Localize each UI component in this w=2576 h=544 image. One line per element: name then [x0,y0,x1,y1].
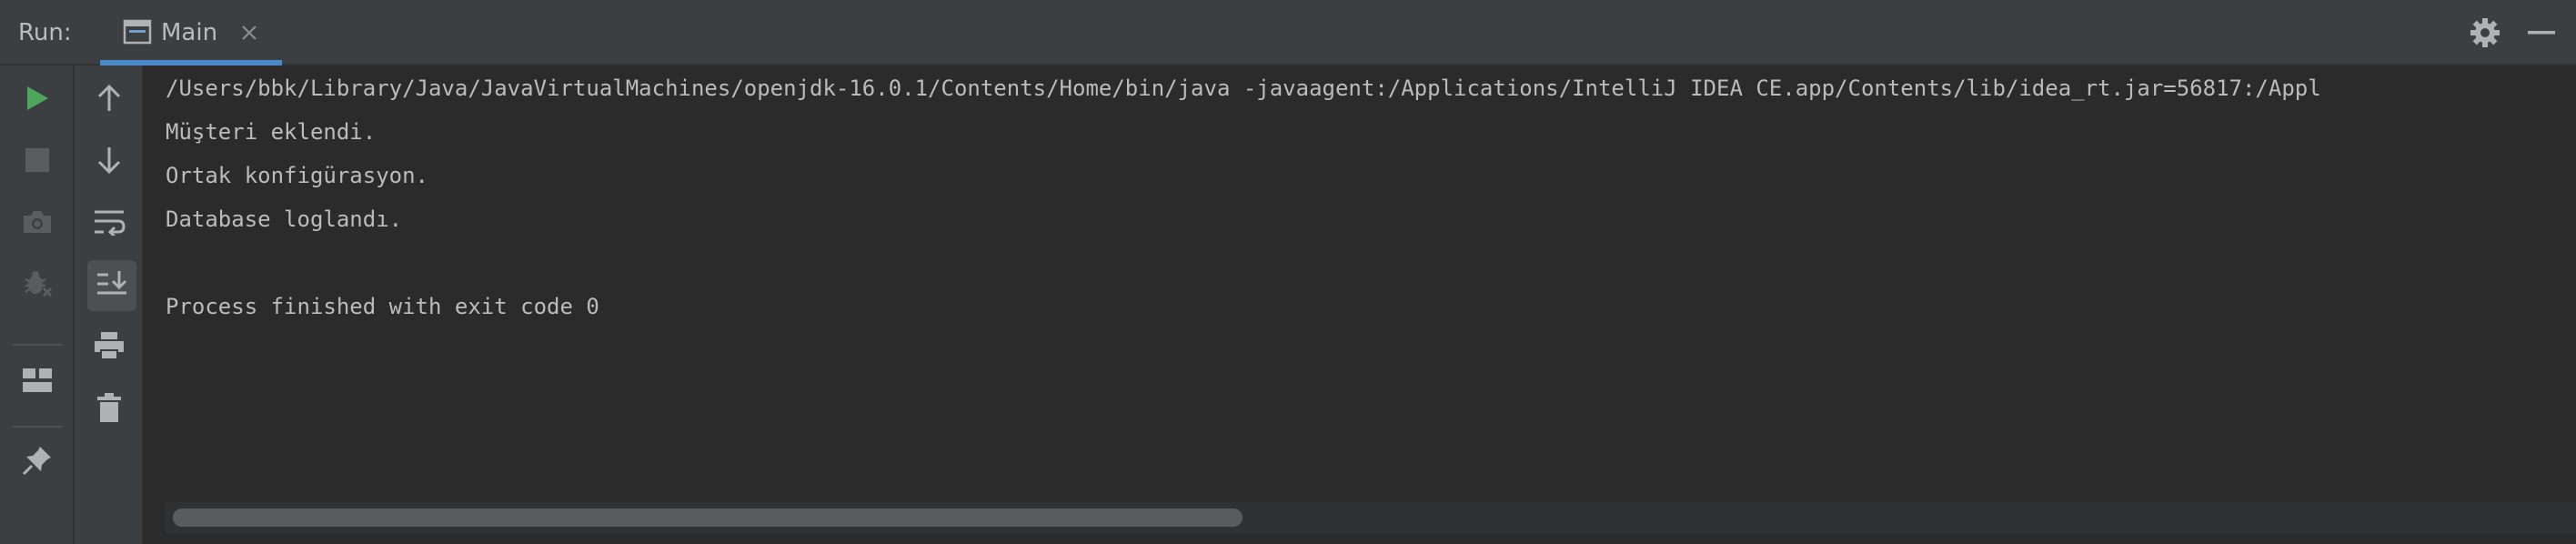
console-line: Database loglandı. [166,207,403,232]
toolbar-separator [13,426,62,428]
trash-icon [96,392,122,427]
run-label: Run: [18,19,72,46]
console-line: /Users/bbk/Library/Java/JavaVirtualMachi… [166,76,2321,101]
toolbar-separator [13,344,62,346]
run-controls-toolbar [0,65,75,544]
console-line: Müşteri eklendi. [166,119,377,145]
pin-icon [21,444,54,480]
camera-icon [21,208,54,239]
arrow-up-icon [96,84,122,116]
horizontal-scrollbar[interactable] [166,502,2576,533]
debug-button[interactable] [15,264,59,307]
soft-wrap-icon [93,208,126,239]
layout-button[interactable] [15,360,59,404]
close-icon[interactable] [236,20,262,45]
layout-icon [22,368,53,397]
stop-button[interactable] [15,140,59,184]
scroll-to-end-icon [96,269,128,302]
print-icon [93,330,126,365]
console-output[interactable]: /Users/bbk/Library/Java/JavaVirtualMachi… [144,65,2576,544]
snapshot-button[interactable] [15,202,59,246]
soft-wrap-button[interactable] [87,202,131,246]
rerun-button[interactable] [15,78,59,122]
arrow-down-icon [96,146,122,178]
tab-main[interactable]: Main [100,0,282,65]
previous-occurrence-button[interactable] [87,78,131,122]
tab-main-label: Main [161,19,218,46]
next-occurrence-button[interactable] [87,140,131,184]
console-line: Ortak konfigürasyon. [166,163,428,188]
console-controls-toolbar [75,65,144,544]
clear-all-button[interactable] [87,388,131,431]
run-tool-window-header: Run: Main [0,0,2576,65]
console-window-icon [123,19,152,48]
print-button[interactable] [87,326,131,369]
minimize-icon[interactable] [2525,16,2558,49]
debug-icon [22,268,53,303]
gear-icon[interactable] [2469,16,2501,49]
run-tool-window: Run: Main /Users/bbk/Library/Java/JavaVi… [0,0,2576,544]
stop-icon [25,148,49,176]
run-icon [25,85,50,116]
scroll-to-end-button[interactable] [87,260,136,311]
console-line: Process finished with exit code 0 [166,294,599,319]
pin-tab-button[interactable] [15,440,59,484]
scrollbar-thumb[interactable] [173,509,1243,527]
